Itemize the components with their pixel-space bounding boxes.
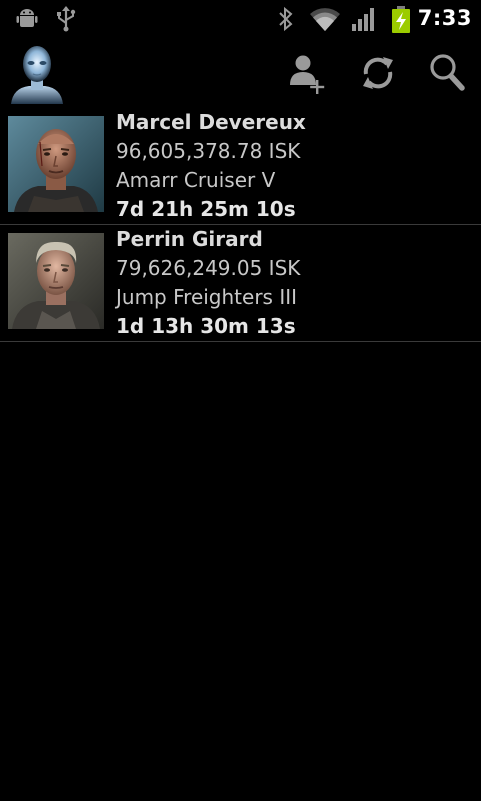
character-name: Perrin Girard bbox=[116, 227, 263, 251]
app-logo-icon[interactable] bbox=[7, 42, 67, 104]
character-list: Marcel Devereux 96,605,378.78 ISK Amarr … bbox=[0, 108, 481, 342]
refresh-icon[interactable] bbox=[358, 52, 398, 94]
action-bar bbox=[0, 38, 481, 108]
character-wallet-balance: 79,626,249.05 ISK bbox=[116, 256, 301, 280]
character-name: Marcel Devereux bbox=[116, 110, 306, 134]
character-training-time: 7d 21h 25m 10s bbox=[116, 197, 296, 221]
wifi-icon bbox=[310, 8, 340, 32]
status-bar: 7:33 bbox=[0, 0, 481, 38]
status-clock: 7:33 bbox=[417, 6, 472, 30]
search-icon[interactable] bbox=[427, 52, 467, 94]
bluetooth-icon bbox=[279, 6, 293, 32]
character-portrait bbox=[8, 116, 104, 212]
character-training-skill: Jump Freighters III bbox=[116, 285, 298, 309]
character-info: Perrin Girard 79,626,249.05 ISK Jump Fre… bbox=[116, 225, 300, 341]
add-character-icon[interactable] bbox=[288, 52, 328, 94]
character-wallet-balance: 96,605,378.78 ISK bbox=[116, 139, 301, 163]
battery-charging-icon bbox=[392, 6, 410, 33]
character-training-skill: Amarr Cruiser V bbox=[116, 168, 276, 192]
character-training-time: 1d 13h 30m 13s bbox=[116, 314, 296, 338]
usb-icon bbox=[57, 6, 76, 32]
signal-icon bbox=[352, 8, 374, 31]
android-debug-icon bbox=[16, 9, 38, 27]
character-row[interactable]: Perrin Girard 79,626,249.05 ISK Jump Fre… bbox=[0, 225, 481, 342]
character-row[interactable]: Marcel Devereux 96,605,378.78 ISK Amarr … bbox=[0, 108, 481, 225]
character-info: Marcel Devereux 96,605,378.78 ISK Amarr … bbox=[116, 108, 306, 224]
character-portrait bbox=[8, 233, 104, 329]
